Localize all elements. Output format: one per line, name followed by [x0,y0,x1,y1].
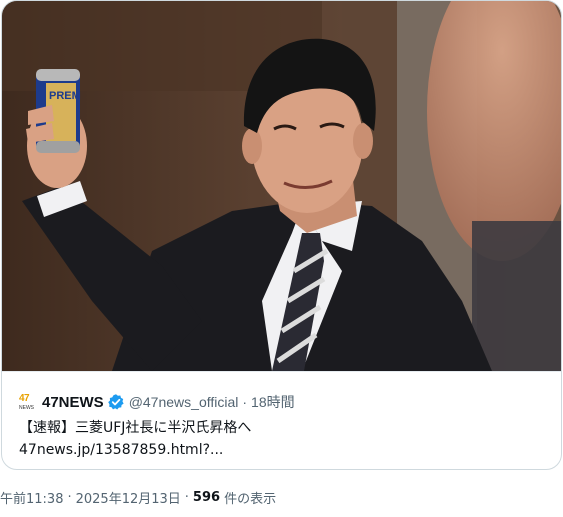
post-date[interactable]: 2025年12月13日 [76,488,181,507]
can-label: PREM [49,90,81,102]
quote-link[interactable]: 47news.jp/13587859.html?... [19,439,549,461]
views-count: 596 [192,489,221,505]
tweet-meta: 午前11:38 · 2025年12月13日 · 596 件の表示 [0,487,276,507]
views-label: 件の表示 [224,491,277,507]
post-time[interactable]: 午前11:38 [0,488,63,507]
separator-dot: · [184,489,189,505]
author-name[interactable]: 47NEWS [42,394,104,411]
quote-content[interactable]: 47 NEWS 47NEWS @47news_official · 18時間 【… [2,371,561,469]
47news-logo-icon[interactable]: 47 NEWS [19,393,34,411]
separator-dot: · [242,394,248,410]
quote-text-line-1: 【速報】三菱UFJ社長に半沢氏昇格へ [19,420,252,436]
tweet-photo[interactable]: PREM [2,1,561,371]
quote-text: 【速報】三菱UFJ社長に半沢氏昇格へ 47news.jp/13587859.ht… [19,417,549,461]
relative-time[interactable]: 18時間 [251,392,295,412]
separator-dot: · [67,489,72,505]
quoted-tweet-card[interactable]: PREM 47 NEWS 47NEWS @47news_official · 1… [1,0,562,470]
quote-header: 47 NEWS 47NEWS @47news_official · 18時間 [19,392,295,412]
photo-man-toasting: PREM [2,1,561,371]
verified-badge-icon [107,394,124,410]
author-handle[interactable]: @47news_official [129,394,239,410]
